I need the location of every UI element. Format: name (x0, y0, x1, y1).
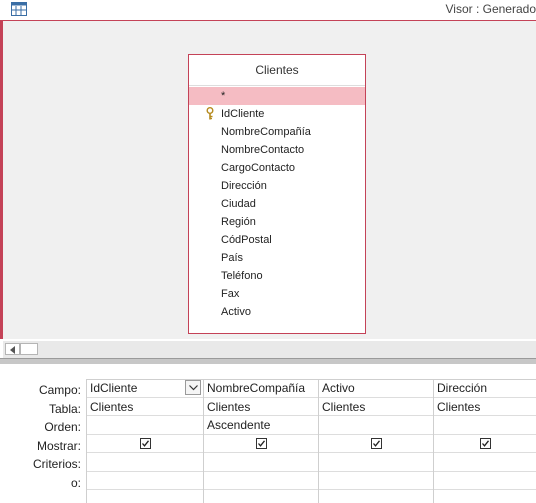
field-idcliente[interactable]: IdCliente (189, 105, 365, 123)
row-label-orden: Orden: (44, 420, 81, 434)
field-pais[interactable]: País (189, 249, 365, 267)
field-list: * IdCliente NombreCompañía NombreContact… (189, 86, 365, 321)
campo-cell[interactable]: NombreCompañía (204, 379, 318, 398)
mostrar-cell[interactable] (319, 435, 433, 453)
checkmark-icon (141, 440, 149, 447)
primary-key-icon (205, 107, 215, 120)
orden-cell[interactable]: Ascendente (204, 416, 318, 435)
tabla-cell[interactable]: Clientes (87, 398, 203, 416)
field-codpostal[interactable]: CódPostal (189, 231, 365, 249)
scroll-left-arrow-icon[interactable] (5, 343, 20, 355)
checkmark-icon (372, 440, 380, 447)
chevron-down-icon[interactable] (185, 380, 201, 395)
criterios-cell[interactable] (434, 453, 536, 472)
field-fax[interactable]: Fax (189, 285, 365, 303)
show-checkbox[interactable] (255, 437, 267, 449)
grid-column-3: Activo Clientes (318, 379, 433, 503)
field-telefono[interactable]: Teléfono (189, 267, 365, 285)
row-label-o: o: (70, 475, 81, 490)
o-cell[interactable] (434, 472, 536, 490)
mostrar-cell[interactable] (434, 435, 536, 453)
show-checkbox[interactable] (370, 437, 382, 449)
o-cell[interactable] (87, 472, 203, 490)
tabla-cell[interactable]: Clientes (204, 398, 318, 416)
orden-cell[interactable] (319, 416, 433, 435)
tabla-cell[interactable]: Clientes (434, 398, 536, 416)
row-label-criterios: Criterios: (32, 457, 81, 471)
row-label-mostrar: Mostrar: (36, 438, 81, 453)
criterios-cell[interactable] (87, 453, 203, 472)
field-region[interactable]: Región (189, 213, 365, 231)
row-label-tabla: Tabla: (48, 401, 81, 416)
horizontal-scrollbar[interactable] (3, 341, 536, 358)
grid-row-labels: Campo: Tabla: Orden: Mostrar: Criterios:… (0, 381, 84, 492)
campo-cell[interactable]: Dirección (434, 379, 536, 398)
grid-column-2: NombreCompañía Clientes Ascendente (203, 379, 318, 503)
grid-column-4: Dirección Clientes (433, 379, 536, 503)
show-checkbox[interactable] (139, 437, 151, 449)
title-bar: Visor : Generado (0, 0, 536, 20)
tabla-cell[interactable]: Clientes (319, 398, 433, 416)
field-cargocontacto[interactable]: CargoContacto (189, 159, 365, 177)
field-ciudad[interactable]: Ciudad (189, 195, 365, 213)
query-diagram-pane[interactable]: Clientes * IdCliente NombreCompañía Nomb… (0, 20, 536, 339)
show-checkbox[interactable] (479, 437, 491, 449)
mostrar-cell[interactable] (87, 435, 203, 453)
orden-cell[interactable] (434, 416, 536, 435)
grid-column-1: IdCliente Clientes (86, 379, 203, 503)
criterios-cell[interactable] (319, 453, 433, 472)
table-title[interactable]: Clientes (189, 55, 365, 86)
field-activo[interactable]: Activo (189, 303, 365, 321)
criterios-cell[interactable] (204, 453, 318, 472)
query-design-grid: Campo: Tabla: Orden: Mostrar: Criterios:… (0, 364, 536, 503)
o-cell[interactable] (204, 472, 318, 490)
mostrar-cell[interactable] (204, 435, 318, 453)
checkmark-icon (481, 440, 489, 447)
checkmark-icon (257, 440, 265, 447)
o-cell[interactable] (319, 472, 433, 490)
campo-cell[interactable]: Activo (319, 379, 433, 398)
query-design-icon (11, 2, 27, 16)
field-nombrecompania[interactable]: NombreCompañía (189, 123, 365, 141)
scrollbar-thumb[interactable] (20, 343, 38, 355)
row-label-campo: Campo: (38, 383, 81, 397)
campo-cell[interactable]: IdCliente (87, 379, 203, 398)
table-field-list[interactable]: Clientes * IdCliente NombreCompañía Nomb… (188, 54, 366, 334)
window-title: Visor : Generado (445, 2, 536, 16)
field-nombrecontacto[interactable]: NombreContacto (189, 141, 365, 159)
orden-cell[interactable] (87, 416, 203, 435)
field-all-columns[interactable]: * (189, 87, 365, 105)
field-direccion[interactable]: Dirección (189, 177, 365, 195)
